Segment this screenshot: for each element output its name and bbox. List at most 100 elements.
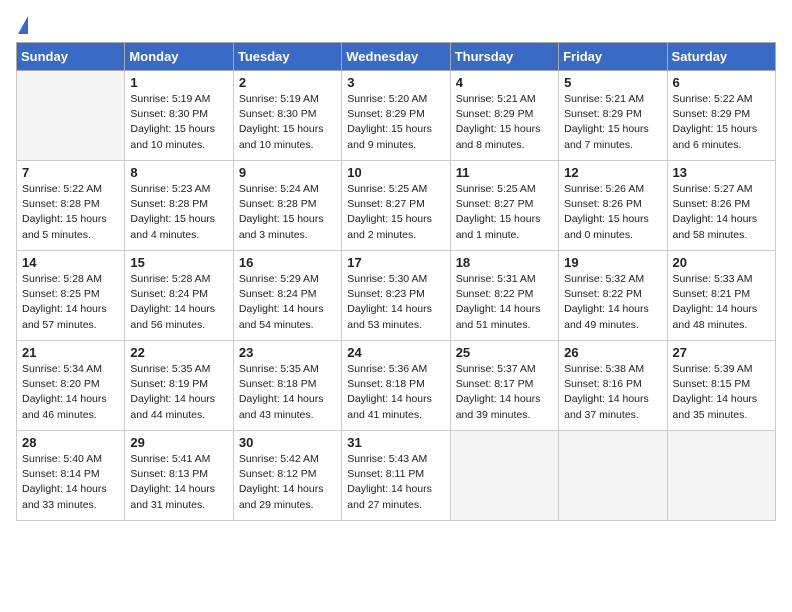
day-number: 17 bbox=[347, 255, 444, 270]
calendar-cell: 28 Sunrise: 5:40 AMSunset: 8:14 PMDayligh… bbox=[17, 431, 125, 521]
cell-info: Sunrise: 5:29 AMSunset: 8:24 PMDaylight:… bbox=[239, 272, 336, 333]
cell-info: Sunrise: 5:39 AMSunset: 8:15 PMDaylight:… bbox=[673, 362, 770, 423]
day-number: 15 bbox=[130, 255, 227, 270]
calendar-cell: 27Sunrise: 5:39 AMSunset: 8:15 PMDayligh… bbox=[667, 341, 775, 431]
day-number: 13 bbox=[673, 165, 770, 180]
calendar-cell: 29Sunrise: 5:41 AMSunset: 8:13 PMDayligh… bbox=[125, 431, 233, 521]
calendar-cell: 24 Sunrise: 5:36 AMSunset: 8:18 PMDayligh… bbox=[342, 341, 450, 431]
calendar-cell: 21 Sunrise: 5:34 AMSunset: 8:20 PMDayligh… bbox=[17, 341, 125, 431]
cell-info: Sunrise: 5:35 AMSunset: 8:18 PMDaylight:… bbox=[239, 362, 336, 423]
calendar-cell: 1 Sunrise: 5:19 AMSunset: 8:30 PMDaylight… bbox=[125, 71, 233, 161]
calendar-cell: 30 Sunrise: 5:42 AMSunset: 8:12 PMDayligh… bbox=[233, 431, 341, 521]
cell-info: Sunrise: 5:23 AMSunset: 8:28 PMDaylight:… bbox=[130, 182, 227, 243]
cell-info: Sunrise: 5:21 AMSunset: 8:29 PMDaylight:… bbox=[564, 92, 661, 153]
day-number: 10 bbox=[347, 165, 444, 180]
day-number: 3 bbox=[347, 75, 444, 90]
calendar-cell: 26Sunrise: 5:38 AMSunset: 8:16 PMDayligh… bbox=[559, 341, 667, 431]
cell-info: Sunrise: 5:25 AMSunset: 8:27 PMDaylight:… bbox=[347, 182, 444, 243]
cell-info: Sunrise: 5:27 AMSunset: 8:26 PMDaylight:… bbox=[673, 182, 770, 243]
day-number: 5 bbox=[564, 75, 661, 90]
day-number: 25 bbox=[456, 345, 553, 360]
calendar-cell: 11Sunrise: 5:25 AMSunset: 8:27 PMDayligh… bbox=[450, 161, 558, 251]
calendar-cell: 22 Sunrise: 5:35 AMSunset: 8:19 PMDayligh… bbox=[125, 341, 233, 431]
column-header-friday: Friday bbox=[559, 43, 667, 71]
calendar-cell: 8 Sunrise: 5:23 AMSunset: 8:28 PMDaylight… bbox=[125, 161, 233, 251]
day-number: 21 bbox=[22, 345, 119, 360]
cell-info: Sunrise: 5:19 AMSunset: 8:30 PMDaylight:… bbox=[239, 92, 336, 153]
cell-info: Sunrise: 5:26 AMSunset: 8:26 PMDaylight:… bbox=[564, 182, 661, 243]
day-number: 28 bbox=[22, 435, 119, 450]
cell-info: Sunrise: 5:33 AMSunset: 8:21 PMDaylight:… bbox=[673, 272, 770, 333]
cell-info: Sunrise: 5:43 AMSunset: 8:11 PMDaylight:… bbox=[347, 452, 444, 513]
cell-info: Sunrise: 5:35 AMSunset: 8:19 PMDaylight:… bbox=[130, 362, 227, 423]
cell-info: Sunrise: 5:37 AMSunset: 8:17 PMDaylight:… bbox=[456, 362, 553, 423]
column-header-monday: Monday bbox=[125, 43, 233, 71]
calendar-cell: 9 Sunrise: 5:24 AMSunset: 8:28 PMDaylight… bbox=[233, 161, 341, 251]
calendar-week-3: 14Sunrise: 5:28 AMSunset: 8:25 PMDayligh… bbox=[17, 251, 776, 341]
calendar-week-5: 28 Sunrise: 5:40 AMSunset: 8:14 PMDayligh… bbox=[17, 431, 776, 521]
day-number: 19 bbox=[564, 255, 661, 270]
day-number: 12 bbox=[564, 165, 661, 180]
day-number: 7 bbox=[22, 165, 119, 180]
column-header-saturday: Saturday bbox=[667, 43, 775, 71]
calendar-week-4: 21 Sunrise: 5:34 AMSunset: 8:20 PMDayligh… bbox=[17, 341, 776, 431]
calendar-header-row: SundayMondayTuesdayWednesdayThursdayFrid… bbox=[17, 43, 776, 71]
day-number: 14 bbox=[22, 255, 119, 270]
cell-info: Sunrise: 5:28 AMSunset: 8:24 PMDaylight:… bbox=[130, 272, 227, 333]
calendar-cell bbox=[17, 71, 125, 161]
cell-info: Sunrise: 5:36 AMSunset: 8:18 PMDaylight:… bbox=[347, 362, 444, 423]
cell-info: Sunrise: 5:34 AMSunset: 8:20 PMDaylight:… bbox=[22, 362, 119, 423]
column-header-thursday: Thursday bbox=[450, 43, 558, 71]
calendar-cell: 17 Sunrise: 5:30 AMSunset: 8:23 PMDayligh… bbox=[342, 251, 450, 341]
calendar-cell: 16 Sunrise: 5:29 AMSunset: 8:24 PMDayligh… bbox=[233, 251, 341, 341]
day-number: 18 bbox=[456, 255, 553, 270]
calendar-cell: 13 Sunrise: 5:27 AMSunset: 8:26 PMDayligh… bbox=[667, 161, 775, 251]
cell-info: Sunrise: 5:31 AMSunset: 8:22 PMDaylight:… bbox=[456, 272, 553, 333]
calendar-cell: 10 Sunrise: 5:25 AMSunset: 8:27 PMDayligh… bbox=[342, 161, 450, 251]
cell-info: Sunrise: 5:32 AMSunset: 8:22 PMDaylight:… bbox=[564, 272, 661, 333]
cell-info: Sunrise: 5:24 AMSunset: 8:28 PMDaylight:… bbox=[239, 182, 336, 243]
calendar-cell: 6Sunrise: 5:22 AMSunset: 8:29 PMDaylight… bbox=[667, 71, 775, 161]
cell-info: Sunrise: 5:30 AMSunset: 8:23 PMDaylight:… bbox=[347, 272, 444, 333]
calendar-cell: 12 Sunrise: 5:26 AMSunset: 8:26 PMDayligh… bbox=[559, 161, 667, 251]
calendar-cell: 25 Sunrise: 5:37 AMSunset: 8:17 PMDayligh… bbox=[450, 341, 558, 431]
column-header-sunday: Sunday bbox=[17, 43, 125, 71]
calendar-cell: 14Sunrise: 5:28 AMSunset: 8:25 PMDayligh… bbox=[17, 251, 125, 341]
calendar-cell bbox=[559, 431, 667, 521]
day-number: 24 bbox=[347, 345, 444, 360]
cell-info: Sunrise: 5:19 AMSunset: 8:30 PMDaylight:… bbox=[130, 92, 227, 153]
day-number: 11 bbox=[456, 165, 553, 180]
day-number: 16 bbox=[239, 255, 336, 270]
calendar-cell: 31 Sunrise: 5:43 AMSunset: 8:11 PMDayligh… bbox=[342, 431, 450, 521]
calendar-cell: 19 Sunrise: 5:32 AMSunset: 8:22 PMDayligh… bbox=[559, 251, 667, 341]
day-number: 1 bbox=[130, 75, 227, 90]
day-number: 23 bbox=[239, 345, 336, 360]
column-header-wednesday: Wednesday bbox=[342, 43, 450, 71]
day-number: 6 bbox=[673, 75, 770, 90]
calendar-cell bbox=[450, 431, 558, 521]
cell-info: Sunrise: 5:41 AMSunset: 8:13 PMDaylight:… bbox=[130, 452, 227, 513]
day-number: 31 bbox=[347, 435, 444, 450]
logo bbox=[16, 16, 28, 34]
day-number: 2 bbox=[239, 75, 336, 90]
cell-info: Sunrise: 5:40 AMSunset: 8:14 PMDaylight:… bbox=[22, 452, 119, 513]
logo-triangle-icon bbox=[18, 16, 28, 34]
cell-info: Sunrise: 5:20 AMSunset: 8:29 PMDaylight:… bbox=[347, 92, 444, 153]
column-header-tuesday: Tuesday bbox=[233, 43, 341, 71]
day-number: 26 bbox=[564, 345, 661, 360]
day-number: 22 bbox=[130, 345, 227, 360]
calendar-table: SundayMondayTuesdayWednesdayThursdayFrid… bbox=[16, 42, 776, 521]
cell-info: Sunrise: 5:21 AMSunset: 8:29 PMDaylight:… bbox=[456, 92, 553, 153]
calendar-cell bbox=[667, 431, 775, 521]
day-number: 9 bbox=[239, 165, 336, 180]
page-header bbox=[16, 16, 776, 34]
cell-info: Sunrise: 5:42 AMSunset: 8:12 PMDaylight:… bbox=[239, 452, 336, 513]
calendar-cell: 18 Sunrise: 5:31 AMSunset: 8:22 PMDayligh… bbox=[450, 251, 558, 341]
calendar-cell: 23 Sunrise: 5:35 AMSunset: 8:18 PMDayligh… bbox=[233, 341, 341, 431]
day-number: 30 bbox=[239, 435, 336, 450]
day-number: 8 bbox=[130, 165, 227, 180]
cell-info: Sunrise: 5:22 AMSunset: 8:28 PMDaylight:… bbox=[22, 182, 119, 243]
calendar-cell: 15 Sunrise: 5:28 AMSunset: 8:24 PMDayligh… bbox=[125, 251, 233, 341]
calendar-cell: 20Sunrise: 5:33 AMSunset: 8:21 PMDayligh… bbox=[667, 251, 775, 341]
calendar-week-2: 7 Sunrise: 5:22 AMSunset: 8:28 PMDaylight… bbox=[17, 161, 776, 251]
